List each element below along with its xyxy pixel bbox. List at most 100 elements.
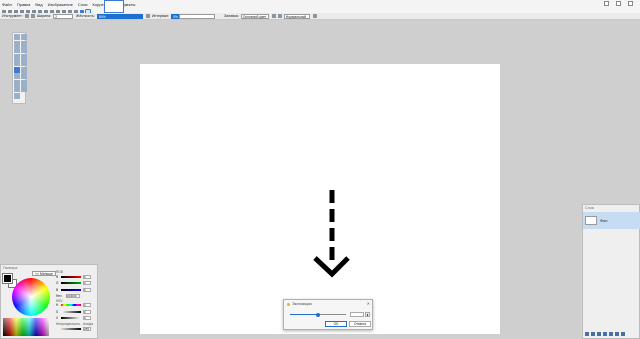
value-label: V xyxy=(56,316,59,320)
move-selected-icon[interactable] xyxy=(20,40,27,47)
opacity-slider[interactable] xyxy=(61,327,81,330)
tab-scroll-icon[interactable]: › xyxy=(126,2,127,7)
blend-mode-icon[interactable] xyxy=(271,14,276,18)
pan-icon[interactable] xyxy=(20,53,27,60)
hex-field[interactable]: 000000 xyxy=(65,294,80,298)
red-slider[interactable] xyxy=(61,275,81,278)
brush-tool-icon[interactable] xyxy=(24,14,29,18)
text-icon[interactable] xyxy=(14,86,20,92)
dialog-close-icon[interactable]: ✕ xyxy=(367,301,370,306)
value-slider[interactable] xyxy=(61,317,81,319)
blue-value[interactable]: 0 xyxy=(83,287,91,292)
green-slider[interactable] xyxy=(61,282,81,284)
saturation-row: S 0 xyxy=(56,309,96,314)
magic-wand-icon[interactable] xyxy=(14,53,20,60)
hardness-slider[interactable]: 50% xyxy=(96,13,143,19)
saturation-value[interactable]: 0 xyxy=(83,309,91,314)
menu-file[interactable]: Файл xyxy=(2,2,12,7)
lasso-select-icon[interactable] xyxy=(14,40,20,47)
hue-row: H 0 xyxy=(56,303,96,308)
zoom-icon[interactable] xyxy=(20,47,27,53)
dialog-app-icon xyxy=(287,302,290,306)
menu-edit[interactable]: Правка xyxy=(17,2,31,7)
color-palette[interactable] xyxy=(3,318,49,336)
value-row: V 0 xyxy=(56,316,96,321)
menu-bar: Файл Правка Вид Изображение Слои Коррекц… xyxy=(0,0,640,8)
ellipse-select-icon[interactable] xyxy=(14,47,20,53)
value-value[interactable]: 0 xyxy=(83,316,91,320)
hue-slider[interactable] xyxy=(61,304,81,306)
color-picker-icon[interactable] xyxy=(20,73,27,79)
move-selection-icon[interactable] xyxy=(20,34,27,40)
dialog-slider-thumb[interactable] xyxy=(316,312,320,317)
paintbrush-icon[interactable] xyxy=(14,66,20,73)
pencil-icon[interactable] xyxy=(14,73,20,79)
green-row: G 0 xyxy=(56,281,96,286)
close-icon[interactable] xyxy=(628,1,633,6)
clipping-icon[interactable] xyxy=(312,14,317,18)
menu-layers[interactable]: Слои xyxy=(78,2,88,7)
dialog-slider[interactable] xyxy=(290,312,346,317)
layer-item[interactable]: Фон xyxy=(583,212,640,229)
paint-bucket-icon[interactable] xyxy=(14,60,20,66)
width-field[interactable]: 2 xyxy=(53,13,74,19)
layer-buttons xyxy=(585,332,625,336)
primary-color-swatch[interactable] xyxy=(2,273,13,284)
move-layer-down-icon[interactable] xyxy=(615,332,619,336)
clone-stamp-icon[interactable] xyxy=(14,79,20,86)
maximize-icon[interactable] xyxy=(616,1,621,6)
image-tab-thumbnail[interactable] xyxy=(104,0,124,13)
dialog-spinner-icon[interactable]: ⬍ xyxy=(365,312,370,317)
add-layer-icon[interactable] xyxy=(585,332,589,336)
merge-layer-icon[interactable] xyxy=(603,332,607,336)
opacity-label: Непрозрачность - Альфа xyxy=(56,322,94,326)
layer-properties-icon[interactable] xyxy=(621,332,625,336)
opacity-row: 255 xyxy=(56,326,96,331)
dialog-title-text: Экспозиция xyxy=(292,302,312,306)
color-sliders: RGB R 0 G 0 B 0 Hex 000000 HSV H 0 S 0 V… xyxy=(56,270,96,333)
layers-panel-title: Слои xyxy=(585,206,594,210)
cancel-button[interactable]: Отмена xyxy=(349,321,371,327)
delete-layer-icon[interactable] xyxy=(591,332,595,336)
saturation-label: S xyxy=(56,309,59,314)
blue-label: B xyxy=(56,287,59,292)
antialiasing-icon[interactable] xyxy=(145,14,150,18)
rectangle-select-icon[interactable] xyxy=(14,34,20,40)
red-row: R 0 xyxy=(56,274,96,279)
width-label: Ширина: xyxy=(36,14,52,18)
dashed-arrow-drawing xyxy=(313,190,350,278)
green-value[interactable]: 0 xyxy=(83,281,91,285)
line-curve-icon[interactable] xyxy=(20,86,27,92)
fill-dropdown[interactable]: Основной цвет xyxy=(240,13,269,19)
menu-view[interactable]: Вид xyxy=(35,2,42,7)
saturation-slider[interactable] xyxy=(61,310,81,313)
alpha-mode-icon[interactable] xyxy=(277,14,282,18)
duplicate-layer-icon[interactable] xyxy=(597,332,601,336)
dialog-title: Экспозиция xyxy=(287,302,312,306)
hue-value[interactable]: 0 xyxy=(83,303,91,307)
recolor-icon[interactable] xyxy=(20,79,27,86)
color-wheel[interactable] xyxy=(12,278,50,316)
menu-image[interactable]: Изображение xyxy=(48,2,73,7)
spacing-slider-track[interactable] xyxy=(178,13,215,19)
hue-label: H xyxy=(56,303,59,307)
hardness-label: Жёсткость: xyxy=(76,14,95,18)
red-label: R xyxy=(56,274,59,279)
spacing-slider-fill[interactable]: 0% xyxy=(170,13,179,19)
less-button[interactable]: << Меньше xyxy=(32,271,56,276)
move-layer-up-icon[interactable] xyxy=(609,332,613,336)
minimize-icon[interactable] xyxy=(604,1,609,6)
red-value[interactable]: 0 xyxy=(83,274,91,279)
eraser-icon[interactable] xyxy=(20,66,27,73)
shapes-icon[interactable] xyxy=(14,92,20,99)
dialog-value-field[interactable] xyxy=(350,312,364,317)
layer-thumbnail xyxy=(585,216,597,225)
tool-dropdown-icon[interactable] xyxy=(30,14,35,18)
gradient-icon[interactable] xyxy=(20,60,27,66)
fill-label: Заливка: xyxy=(223,14,239,18)
blend-mode-dropdown[interactable]: Нормальный xyxy=(283,13,310,19)
opacity-value[interactable]: 255 xyxy=(83,326,91,331)
blue-slider[interactable] xyxy=(61,288,81,291)
ok-button[interactable]: OK xyxy=(325,321,347,327)
layer-name: Фон xyxy=(600,218,608,223)
